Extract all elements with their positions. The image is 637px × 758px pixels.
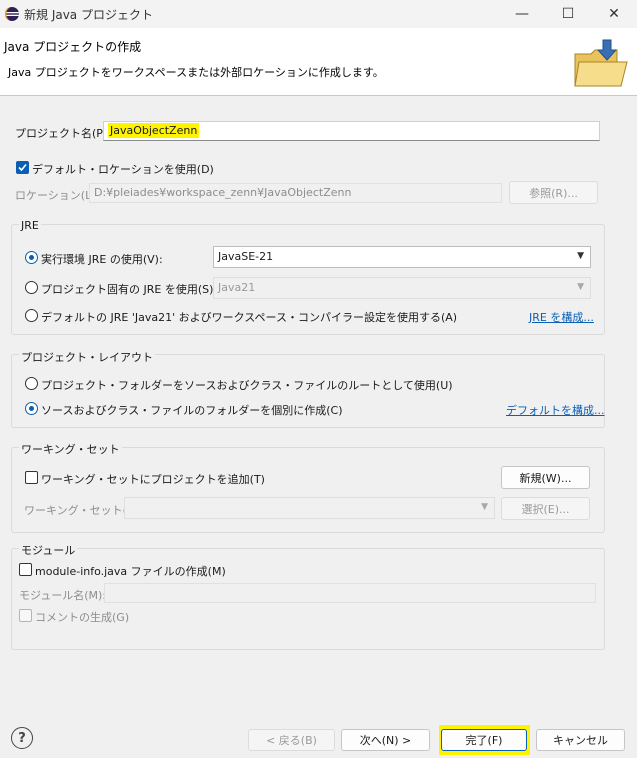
layout-separate-label: ソースおよびクラス・ファイルのフォルダーを個別に作成(C) xyxy=(41,404,343,417)
module-group-title: モジュール xyxy=(19,542,78,558)
default-location-checkbox[interactable] xyxy=(16,161,29,174)
default-location-label: デフォルト・ロケーションを使用(D) xyxy=(32,163,214,176)
maximize-icon: ☐ xyxy=(561,6,575,22)
eclipse-app-icon xyxy=(5,7,19,21)
finish-button[interactable]: 完了(F) xyxy=(441,729,527,751)
layout-separate-radio[interactable] xyxy=(25,402,38,415)
wizard-header: Java プロジェクトの作成 Java プロジェクトをワークスペースまたは外部ロ… xyxy=(0,28,637,96)
chevron-down-icon: ▼ xyxy=(481,502,488,512)
maximize-button[interactable]: ☐ xyxy=(545,0,591,28)
window-title: 新規 Java プロジェクト xyxy=(24,8,153,22)
generate-comments-checkbox[interactable] xyxy=(19,609,32,622)
working-set-select[interactable]: ▼ xyxy=(124,497,495,519)
jre-env-value: JavaSE-21 xyxy=(218,250,274,263)
layout-root-radio[interactable] xyxy=(25,377,38,390)
module-info-label: module-info.java ファイルの作成(M) xyxy=(35,565,226,578)
folder-wizard-icon xyxy=(574,39,628,87)
close-icon: ✕ xyxy=(608,6,620,22)
location-label: ロケーション(L): xyxy=(15,189,100,202)
jre-group-title: JRE xyxy=(19,219,41,232)
add-working-set-label: ワーキング・セットにプロジェクトを追加(T) xyxy=(41,473,265,486)
configure-defaults-link[interactable]: デフォルトを構成... xyxy=(506,402,605,418)
minimize-button[interactable]: — xyxy=(499,0,545,28)
jre-env-select[interactable]: JavaSE-21 ▼ xyxy=(213,246,591,268)
add-working-set-checkbox[interactable] xyxy=(25,471,38,484)
jre-specific-radio[interactable] xyxy=(25,281,38,294)
check-icon xyxy=(18,163,27,172)
jre-default-radio[interactable] xyxy=(25,309,38,322)
browse-button[interactable]: 参照(R)... xyxy=(509,181,598,204)
header-title: Java プロジェクトの作成 xyxy=(4,40,142,54)
select-working-set-button[interactable]: 選択(E)... xyxy=(501,497,590,520)
chevron-down-icon: ▼ xyxy=(577,282,584,292)
jre-specific-label: プロジェクト固有の JRE を使用(S): xyxy=(41,283,218,296)
header-description: Java プロジェクトをワークスペースまたは外部ロケーションに作成します。 xyxy=(8,66,384,79)
working-set-group-title: ワーキング・セット xyxy=(19,441,122,457)
close-button[interactable]: ✕ xyxy=(591,0,637,28)
layout-root-label: プロジェクト・フォルダーをソースおよびクラス・ファイルのルートとして使用(U) xyxy=(41,379,453,392)
jre-env-label: 実行環境 JRE の使用(V): xyxy=(41,253,163,266)
help-icon[interactable]: ? xyxy=(11,727,33,749)
back-button[interactable]: < 戻る(B) xyxy=(248,729,335,751)
layout-group-title: プロジェクト・レイアウト xyxy=(19,349,155,365)
jre-env-radio[interactable] xyxy=(25,251,38,264)
project-name-input[interactable]: JavaObjectZenn xyxy=(103,121,600,141)
minimize-icon: — xyxy=(515,6,529,22)
jre-specific-value: Java21 xyxy=(218,281,256,294)
generate-comments-label: コメントの生成(G) xyxy=(35,611,130,624)
next-button[interactable]: 次へ(N) > xyxy=(341,729,430,751)
new-working-set-button[interactable]: 新規(W)... xyxy=(501,466,590,489)
jre-default-label: デフォルトの JRE 'Java21' およびワークスペース・コンパイラー設定を… xyxy=(41,311,458,324)
jre-specific-select[interactable]: Java21 ▼ xyxy=(213,277,591,299)
chevron-down-icon: ▼ xyxy=(577,251,584,261)
project-name-label: プロジェクト名(P): xyxy=(15,127,111,140)
working-set-group xyxy=(11,447,605,533)
location-input[interactable]: D:¥pleiades¥workspace_zenn¥JavaObjectZen… xyxy=(89,183,502,203)
module-name-input[interactable] xyxy=(104,583,596,603)
cancel-button[interactable]: キャンセル xyxy=(536,729,625,751)
module-name-label: モジュール名(M): xyxy=(19,589,107,602)
configure-jre-link[interactable]: JRE を構成... xyxy=(529,309,594,325)
module-info-checkbox[interactable] xyxy=(19,563,32,576)
project-name-value: JavaObjectZenn xyxy=(108,123,200,138)
